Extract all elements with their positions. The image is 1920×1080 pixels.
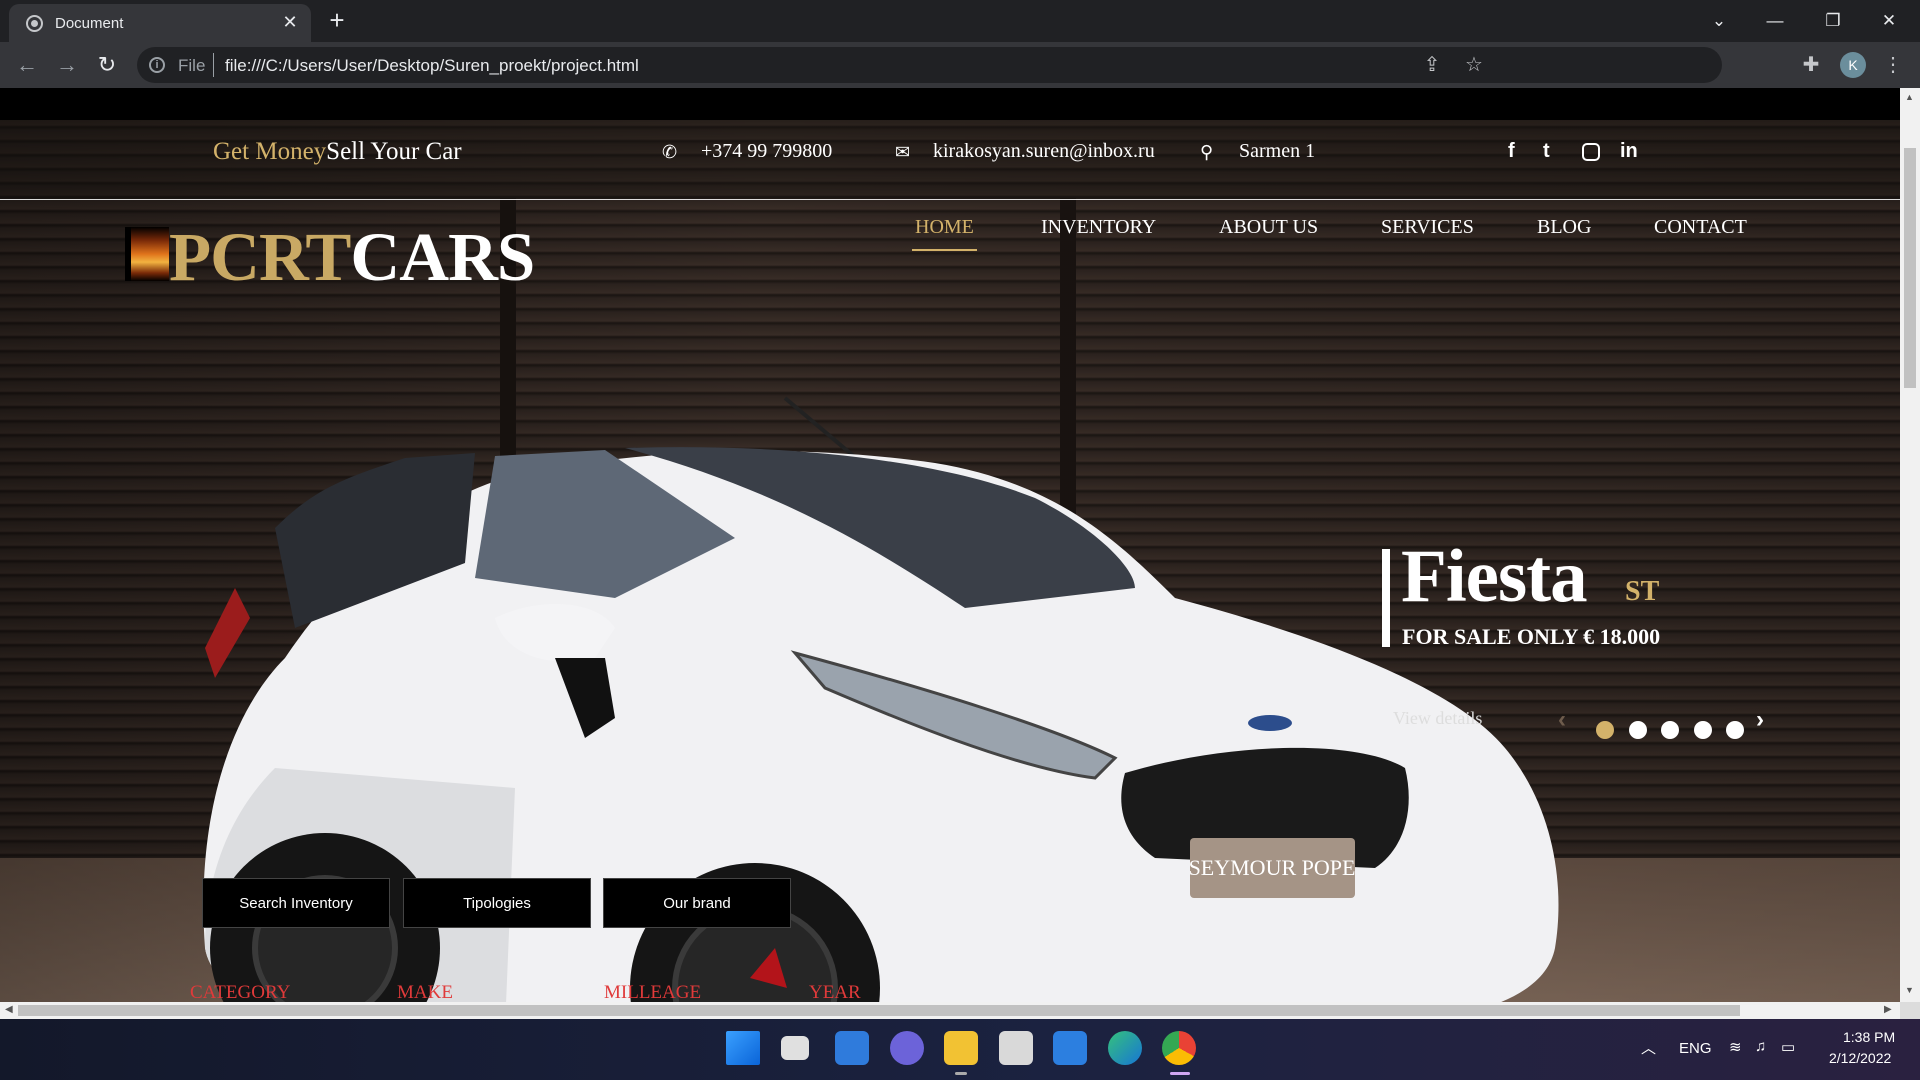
new-tab-icon[interactable]: + bbox=[323, 6, 351, 34]
chrome-icon[interactable] bbox=[1162, 1031, 1196, 1065]
slide-subtitle: ST bbox=[1625, 576, 1660, 607]
scheme-label: File bbox=[178, 56, 206, 75]
scroll-up-icon[interactable]: ▲ bbox=[1905, 92, 1914, 102]
flame-icon bbox=[125, 227, 169, 281]
extensions-icon[interactable]: ✚ bbox=[1798, 52, 1824, 78]
clock-time[interactable]: 1:38 PM bbox=[1843, 1029, 1895, 1045]
forward-icon[interactable]: → bbox=[52, 50, 82, 80]
scroll-left-icon[interactable]: ◀ bbox=[5, 1004, 13, 1015]
nav-blog[interactable]: BLOG bbox=[1537, 216, 1591, 249]
share-icon[interactable]: ⇪ bbox=[1420, 53, 1444, 77]
filter-milleage[interactable]: MILLEAGE bbox=[604, 982, 701, 1002]
minimize-icon[interactable]: — bbox=[1752, 6, 1798, 36]
file-explorer-icon[interactable] bbox=[944, 1031, 978, 1065]
tab-strip: Document ✕ + ⌄ — ❐ ✕ bbox=[0, 0, 1920, 42]
our-brand-button[interactable]: Our brand bbox=[603, 878, 791, 928]
restore-icon[interactable]: ❐ bbox=[1810, 6, 1856, 36]
globe-icon bbox=[26, 15, 43, 32]
browser-toolbar: ← → ↻ i File file:///C:/Users/User/Deskt… bbox=[0, 42, 1920, 88]
vertical-scrollbar[interactable]: ▲ ▼ bbox=[1900, 88, 1920, 1002]
back-icon[interactable]: ← bbox=[12, 50, 42, 80]
slide-dot-2[interactable] bbox=[1629, 721, 1647, 739]
filter-category[interactable]: CATEGORY bbox=[190, 982, 290, 1002]
slide-dot-5[interactable] bbox=[1726, 721, 1744, 739]
active-indicator bbox=[1170, 1072, 1190, 1075]
nav-about-us[interactable]: ABOUT US bbox=[1219, 216, 1318, 249]
windows-start-icon[interactable] bbox=[726, 1031, 760, 1065]
facebook-icon[interactable]: f bbox=[1508, 140, 1515, 163]
scroll-right-icon[interactable]: ▶ bbox=[1884, 1004, 1892, 1015]
nav-contact[interactable]: CONTACT bbox=[1654, 216, 1747, 249]
tab-close-icon[interactable]: ✕ bbox=[279, 11, 301, 33]
map-pin-icon: ⚲ bbox=[1200, 142, 1214, 162]
menu-icon[interactable]: ⋮ bbox=[1880, 52, 1906, 78]
nav-home[interactable]: HOME bbox=[912, 216, 977, 251]
hero-section: SEYMOUR POPE Get MoneySell Your Car ✆ +3… bbox=[0, 88, 1900, 1002]
slide-price: FOR SALE ONLY € 18.000 bbox=[1402, 624, 1661, 649]
horizontal-scroll-thumb[interactable] bbox=[18, 1005, 1740, 1016]
instagram-icon[interactable] bbox=[1582, 143, 1600, 161]
logo-text: PCRTCARS bbox=[169, 218, 535, 297]
slide-dot-3[interactable] bbox=[1661, 721, 1679, 739]
store-icon[interactable] bbox=[999, 1031, 1033, 1065]
tab-search-icon[interactable]: ⌄ bbox=[1696, 6, 1742, 36]
tagline-gold: Get Money bbox=[213, 138, 327, 165]
wifi-icon[interactable]: ≋ bbox=[1729, 1038, 1742, 1056]
slide-title: Fiesta bbox=[1401, 535, 1588, 618]
view-details-link[interactable]: View details bbox=[1393, 708, 1482, 729]
address-bar[interactable]: i File file:///C:/Users/User/Desktop/Sur… bbox=[137, 47, 1722, 83]
avatar[interactable]: K bbox=[1840, 52, 1866, 78]
top-strip bbox=[0, 88, 1900, 120]
divider bbox=[213, 53, 214, 77]
next-arrow-icon[interactable]: › bbox=[1756, 706, 1764, 734]
caption-bar bbox=[1382, 549, 1390, 647]
running-indicator bbox=[955, 1072, 967, 1075]
tagline-white: Sell Your Car bbox=[326, 138, 462, 165]
scroll-down-icon[interactable]: ▼ bbox=[1905, 985, 1914, 995]
chevron-up-icon[interactable]: ︿ bbox=[1641, 1037, 1656, 1058]
email-address[interactable]: kirakosyan.suren@inbox.ru bbox=[933, 140, 1155, 163]
vertical-scroll-thumb[interactable] bbox=[1904, 148, 1916, 388]
star-icon[interactable]: ☆ bbox=[1462, 53, 1486, 77]
logo-gold: PCRT bbox=[169, 219, 351, 295]
search-inventory-button[interactable]: Search Inventory bbox=[202, 878, 390, 928]
volume-icon[interactable]: ♫ bbox=[1755, 1038, 1766, 1055]
filter-year[interactable]: YEAR bbox=[809, 982, 861, 1002]
address: Sarmen 1 bbox=[1239, 140, 1316, 162]
tipologies-button[interactable]: Tipologies bbox=[403, 878, 591, 928]
logo-white: CARS bbox=[350, 219, 535, 295]
page-viewport: SEYMOUR POPE Get MoneySell Your Car ✆ +3… bbox=[0, 88, 1900, 1002]
prev-arrow-icon[interactable]: ‹ bbox=[1558, 706, 1566, 734]
twitter-icon[interactable]: t bbox=[1543, 140, 1550, 163]
envelope-icon: ✉ bbox=[895, 142, 911, 162]
nav-services[interactable]: SERVICES bbox=[1381, 216, 1474, 249]
task-view-icon[interactable] bbox=[781, 1036, 809, 1060]
edge-icon[interactable] bbox=[1108, 1031, 1142, 1065]
reload-icon[interactable]: ↻ bbox=[92, 50, 122, 80]
browser-tab[interactable]: Document ✕ bbox=[9, 4, 311, 42]
language-indicator[interactable]: ENG bbox=[1679, 1040, 1712, 1057]
close-window-icon[interactable]: ✕ bbox=[1866, 6, 1912, 36]
tagline: Get MoneySell Your Car bbox=[213, 138, 462, 166]
url-text[interactable]: file:///C:/Users/User/Desktop/Suren_proe… bbox=[225, 56, 639, 76]
slide-dot-1[interactable] bbox=[1596, 721, 1614, 739]
info-icon[interactable]: i bbox=[149, 57, 165, 73]
clock-date[interactable]: 2/12/2022 bbox=[1829, 1050, 1891, 1066]
battery-icon[interactable]: ▭ bbox=[1781, 1038, 1795, 1056]
widgets-icon[interactable] bbox=[835, 1031, 869, 1065]
slide-dot-4[interactable] bbox=[1694, 721, 1712, 739]
taskbar: ︿ ENG ≋ ♫ ▭ 1:38 PM 2/12/2022 bbox=[0, 1019, 1920, 1080]
scrollbar-corner bbox=[1900, 1002, 1920, 1019]
horizontal-scrollbar[interactable]: ◀ ▶ bbox=[0, 1002, 1900, 1019]
chat-icon[interactable] bbox=[890, 1031, 924, 1065]
filter-make[interactable]: MAKE bbox=[397, 982, 453, 1002]
linkedin-icon[interactable]: in bbox=[1620, 140, 1638, 163]
tab-title: Document bbox=[55, 15, 124, 32]
mail-icon[interactable] bbox=[1053, 1031, 1087, 1065]
plate-text: SEYMOUR POPE bbox=[1189, 855, 1356, 880]
phone-number[interactable]: +374 99 799800 bbox=[701, 140, 832, 163]
nav-inventory[interactable]: INVENTORY bbox=[1041, 216, 1156, 249]
phone-icon: ✆ bbox=[662, 142, 678, 162]
